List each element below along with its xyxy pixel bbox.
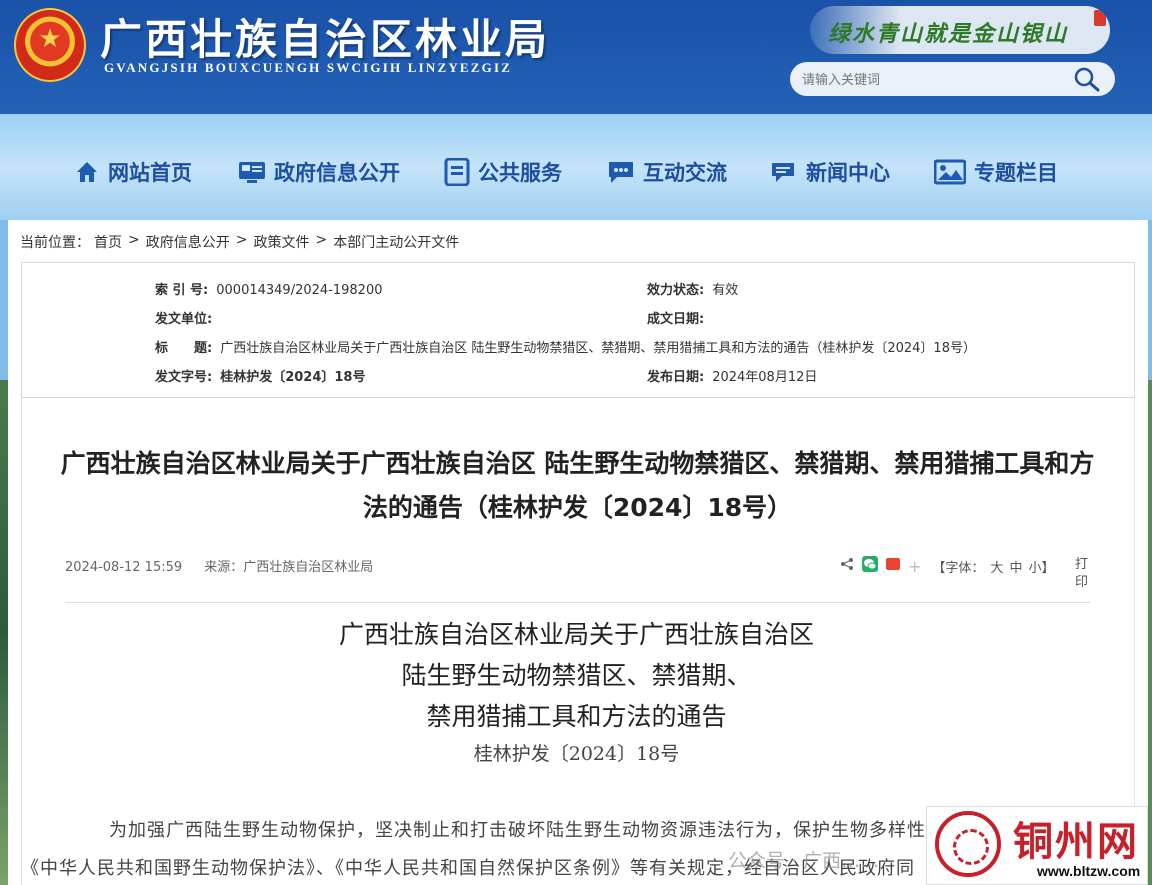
site-subtitle: GVANGJSIH BOUXCUENGH SWCIGIH LINZYEZGIZ <box>104 60 513 75</box>
info-label: 索 引 号: <box>155 283 209 298</box>
document-icon <box>444 158 470 186</box>
info-pubdate: 发布日期: 2024年08月12日 <box>647 366 817 385</box>
info-label: 发文字号: <box>155 370 213 385</box>
logo-text: 铜州网 <box>1013 819 1139 865</box>
info-value: 000014349/2024-198200 <box>216 283 383 298</box>
share-icon[interactable] <box>840 557 854 575</box>
breadcrumb-item-home[interactable]: 首页 <box>94 232 122 252</box>
info-label: 成文日期: <box>647 312 705 327</box>
nav-item-interaction[interactable]: 互动交流 <box>607 156 727 188</box>
plus-icon[interactable]: + <box>908 557 921 576</box>
wechat-icon[interactable] <box>862 556 878 576</box>
nav-label: 政府信息公开 <box>274 161 400 185</box>
image-icon <box>934 159 966 185</box>
site-title[interactable]: 广西壮族自治区林业局 <box>100 6 550 67</box>
home-icon <box>77 162 97 182</box>
info-label: 发文单位: <box>155 312 213 327</box>
body-paragraph-line: 为加强广西陆生野生动物保护，坚决制止和打击破坏陆生野生动物资源违法行为，保护生物… <box>109 820 983 841</box>
info-value: 广西壮族自治区林业局关于广西壮族自治区 陆生野生动物禁猎区、禁猎期、禁用猎捕工具… <box>220 341 976 356</box>
print-button[interactable]: 打印 <box>1075 556 1091 592</box>
article-source: 来源：广西壮族自治区林业局 <box>204 560 374 575</box>
info-created: 成文日期: <box>647 308 712 327</box>
nav-item-public-service[interactable]: 公共服务 <box>444 156 562 188</box>
search-input[interactable] <box>802 70 1052 88</box>
info-label: 效力状态: <box>647 283 705 298</box>
side-decoration-right <box>1148 380 1152 885</box>
document-title-line: 陆生野生动物禁猎区、禁猎期、 <box>401 661 752 690</box>
breadcrumb-prefix: 当前位置： <box>20 235 90 251</box>
publish-datetime: 2024-08-12 15:59 <box>65 560 183 575</box>
nav-item-news[interactable]: 新闻中心 <box>770 156 890 188</box>
breadcrumb-separator: > <box>235 232 248 248</box>
nav-label: 互动交流 <box>643 161 727 185</box>
slogan-banner: 绿水青山就是金山银山 <box>810 6 1110 54</box>
nav-item-home[interactable]: 网站首页 <box>74 156 192 188</box>
corner-logo: 铜州网 www.bltzw.com <box>926 806 1148 885</box>
site-header: 广西壮族自治区林业局 GVANGJSIH BOUXCUENGH SWCIGIH … <box>0 0 1152 114</box>
nav-item-gov-info[interactable]: 政府信息公开 <box>238 156 400 188</box>
info-value: 2024年08月12日 <box>712 370 818 385</box>
info-value: 桂林护发〔2024〕18号 <box>220 370 366 385</box>
font-size-label: 【字体： <box>932 560 985 576</box>
document-title-line: 广西壮族自治区林业局关于广西壮族自治区 <box>338 620 814 649</box>
breadcrumb-separator: > <box>315 232 328 248</box>
side-decoration-left <box>0 380 8 885</box>
nav-label: 公共服务 <box>478 161 562 185</box>
breadcrumb-item-policy[interactable]: 政策文件 <box>253 232 309 252</box>
search-box <box>790 62 1115 96</box>
article-title: 广西壮族自治区林业局关于广西壮族自治区 陆生野生动物禁猎区、禁猎期、禁用猎捕工具… <box>60 449 1095 522</box>
toutiao-icon[interactable] <box>886 558 900 574</box>
monitor-icon <box>239 162 265 183</box>
document-title-line: 禁用猎捕工具和方法的通告 <box>426 702 727 731</box>
breadcrumb: 当前位置： 首页 > 政府信息公开 > 政策文件 > 本部门主动公开文件 <box>20 232 463 252</box>
article-meta: 2024-08-12 15:59 来源：广西壮族自治区林业局 <box>65 556 391 575</box>
font-size-mid[interactable]: 中 <box>1009 561 1022 576</box>
divider <box>65 602 1090 603</box>
info-issuer: 发文单位: <box>155 308 220 327</box>
chat-icon <box>609 162 633 183</box>
nav-label: 网站首页 <box>108 161 192 185</box>
nav-item-topics[interactable]: 专题栏目 <box>934 156 1058 188</box>
info-index: 索 引 号: 000014349/2024-198200 <box>155 279 383 298</box>
slogan-text: 绿水青山就是金山银山 <box>828 21 1069 47</box>
breadcrumb-item-current[interactable]: 本部门主动公开文件 <box>333 232 459 252</box>
info-title: 标 题: 广西壮族自治区林业局关于广西壮族自治区 陆生野生动物禁猎区、禁猎期、禁用… <box>155 337 976 356</box>
info-label: 标 题: <box>155 341 213 356</box>
font-size-small[interactable]: 小】 <box>1028 561 1054 576</box>
info-label: 发布日期: <box>647 370 705 385</box>
font-size-control: 【字体： 大中小】 <box>929 557 1057 576</box>
info-value: 有效 <box>712 283 739 298</box>
logo-url: www.bltzw.com <box>1037 863 1141 879</box>
national-emblem-icon <box>14 8 86 82</box>
info-status: 效力状态: 有效 <box>647 279 738 298</box>
search-icon[interactable] <box>1073 66 1101 92</box>
seal-icon <box>1094 10 1106 26</box>
info-docno: 发文字号: 桂林护发〔2024〕18号 <box>155 366 365 385</box>
watermark-text: 公众号 · 广西…… <box>728 850 880 872</box>
document-title: 广西壮族自治区林业局关于广西壮族自治区 陆生野生动物禁猎区、禁猎期、 禁用猎捕工… <box>200 614 953 737</box>
nav-label: 新闻中心 <box>806 161 890 185</box>
logo-emblem-icon <box>935 811 1001 877</box>
breadcrumb-item-gov-info[interactable]: 政府信息公开 <box>146 232 230 252</box>
nav-label: 专题栏目 <box>974 161 1058 185</box>
article-tools: + 【字体： 大中小】 <box>840 556 1057 576</box>
font-size-big[interactable]: 大 <box>990 561 1003 576</box>
document-number: 桂林护发〔2024〕18号 <box>473 743 680 765</box>
breadcrumb-separator: > <box>128 232 140 248</box>
news-icon <box>772 163 794 182</box>
